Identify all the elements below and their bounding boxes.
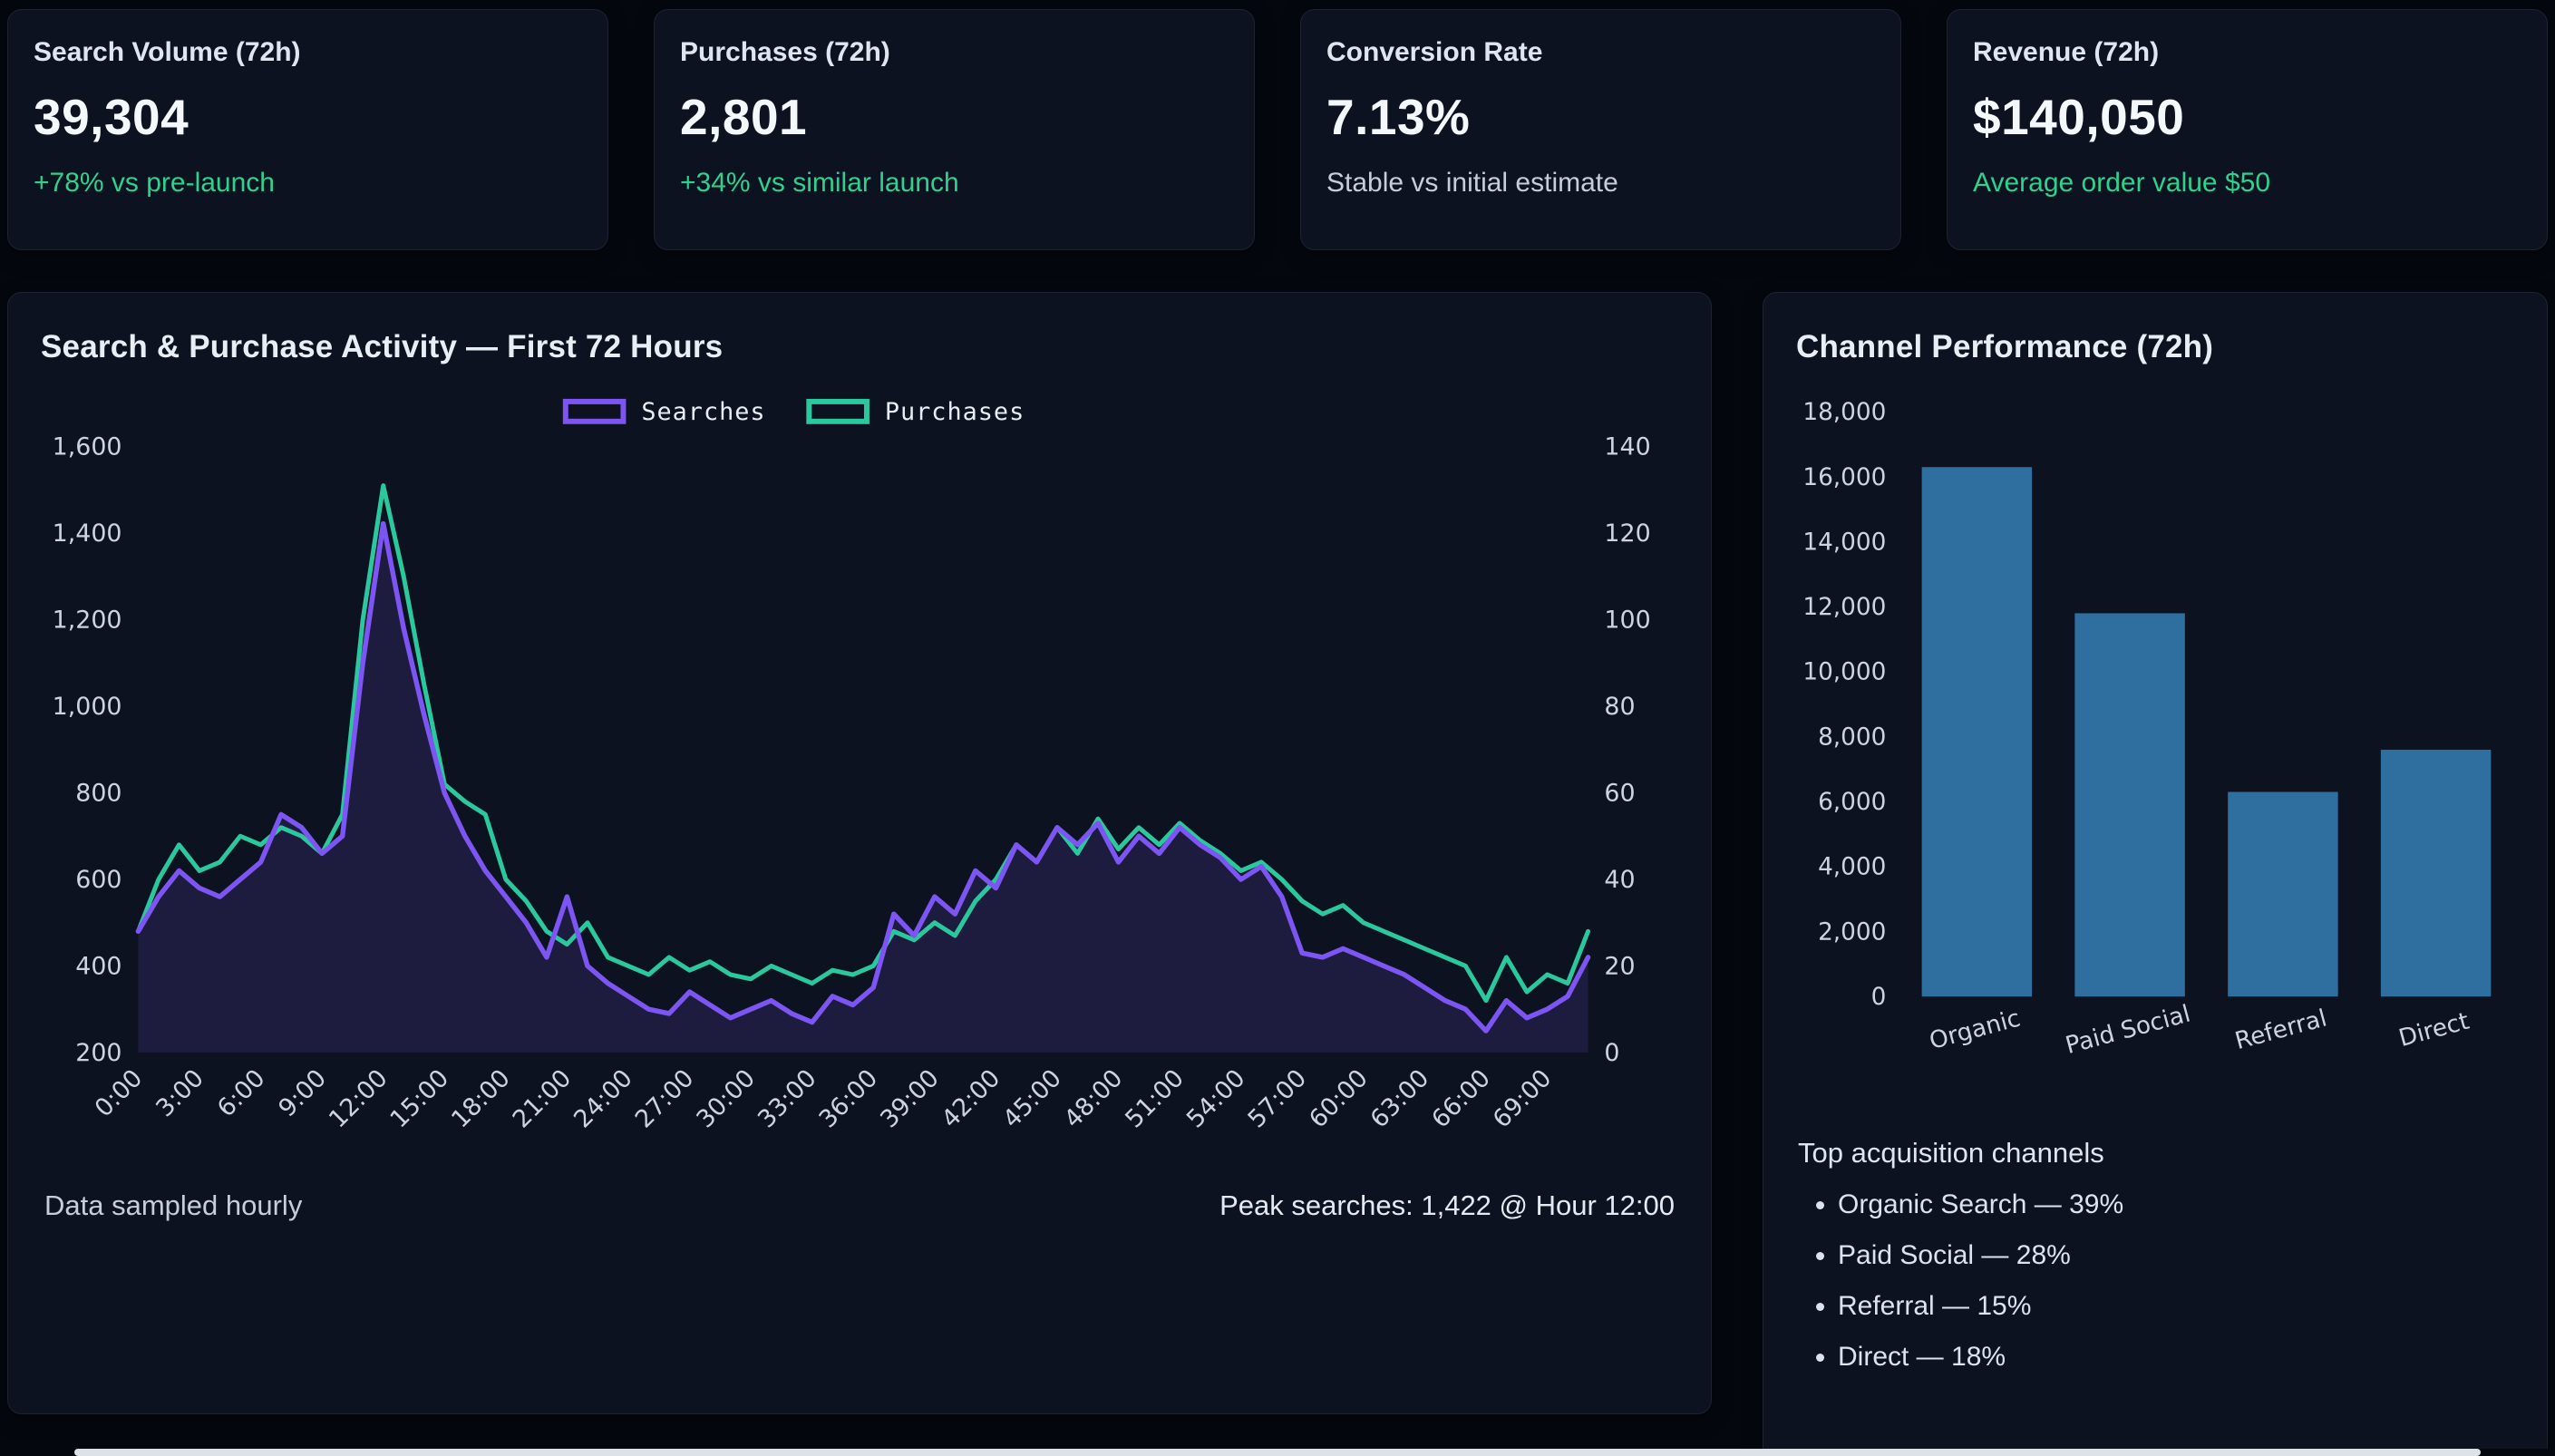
kpi-title: Revenue (72h)	[1973, 37, 2521, 68]
x-axis-tick: 15:00	[385, 1064, 455, 1134]
bar-referral	[2228, 792, 2337, 997]
bar-direct	[2381, 750, 2491, 996]
bar-organic	[1922, 467, 2032, 996]
bar-y-tick: 8,000	[1818, 723, 1886, 751]
bar-y-tick: 12,000	[1802, 594, 1886, 621]
x-axis-tick: 21:00	[508, 1064, 578, 1134]
left-axis-tick: 1,400	[53, 519, 122, 548]
x-axis-tick: 36:00	[814, 1064, 884, 1134]
x-axis-tick: 66:00	[1426, 1064, 1496, 1134]
kpi-delta: Average order value $50	[1973, 168, 2521, 199]
activity-panel: Search & Purchase Activity — First 72 Ho…	[7, 292, 1712, 1414]
x-axis-tick: 48:00	[1059, 1064, 1129, 1134]
channel-item-organic: Organic Search — 39%	[1838, 1189, 2514, 1220]
x-axis-tick: 57:00	[1242, 1064, 1312, 1134]
x-axis-tick: 33:00	[753, 1064, 822, 1134]
left-axis-tick: 400	[75, 952, 121, 980]
x-axis-tick: 0:00	[90, 1064, 149, 1123]
channel-bar-chart: 0 2,000 4,000 6,000 8,000 10,000 12,000 14,000 1…	[1796, 389, 2514, 1122]
x-axis-tick: 3:00	[151, 1064, 209, 1123]
kpi-delta: +78% vs pre-launch	[34, 168, 582, 199]
bar-y-tick: 14,000	[1802, 529, 1886, 556]
left-axis-tick: 600	[75, 866, 121, 894]
kpi-row: Search Volume (72h) 39,304 +78% vs pre-l…	[7, 9, 2548, 250]
kpi-value: $140,050	[1973, 88, 2521, 146]
channel-item-direct: Direct — 18%	[1838, 1342, 2514, 1373]
right-axis-tick: 120	[1604, 519, 1650, 548]
channel-item-paid-social: Paid Social — 28%	[1838, 1240, 2514, 1271]
kpi-title: Purchases (72h)	[680, 37, 1229, 68]
x-axis-tick: 12:00	[324, 1064, 393, 1134]
peak-note: Peak searches: 1,422 @ Hour 12:00	[1219, 1189, 1675, 1222]
kpi-value: 39,304	[34, 88, 582, 146]
x-axis-tick: 27:00	[630, 1064, 700, 1134]
dashboard-page: Search Volume (72h) 39,304 +78% vs pre-l…	[0, 0, 2555, 1449]
channel-item-referral: Referral — 15%	[1838, 1291, 2514, 1322]
left-axis-tick: 1,200	[53, 607, 122, 635]
kpi-value: 7.13%	[1326, 88, 1875, 146]
kpi-delta: Stable vs initial estimate	[1326, 168, 1875, 199]
bar-y-tick: 4,000	[1818, 854, 1886, 881]
right-axis-tick: 100	[1604, 607, 1650, 635]
x-axis-tick: 42:00	[937, 1064, 1006, 1134]
bar-y-tick: 6,000	[1818, 789, 1886, 816]
right-axis-tick: 60	[1604, 779, 1635, 807]
kpi-card-purchases: Purchases (72h) 2,801 +34% vs similar la…	[654, 9, 1255, 250]
left-axis-tick: 1,600	[53, 433, 122, 461]
bar-paid-social	[2074, 613, 2184, 996]
right-axis-tick: 20	[1604, 952, 1635, 980]
bar-x-tick: Direct	[2396, 1008, 2472, 1053]
searches-area	[138, 524, 1588, 1053]
bar-x-tick: Referral	[2232, 1005, 2330, 1055]
channel-panel: Channel Performance (72h) 0 2,000 4,000 6,0…	[1763, 292, 2548, 1449]
kpi-value: 2,801	[680, 88, 1229, 146]
x-axis-tick: 51:00	[1120, 1064, 1190, 1134]
bar-y-tick: 2,000	[1818, 918, 1886, 946]
channel-list: Organic Search — 39% Paid Social — 28% R…	[1796, 1189, 2514, 1373]
chart-legend: Searches Purchases	[566, 398, 1025, 426]
x-axis-tick: 30:00	[691, 1064, 761, 1134]
bar-y-tick: 0	[1871, 984, 1887, 1011]
x-axis-tick: 24:00	[568, 1064, 638, 1134]
x-axis-tick: 63:00	[1365, 1064, 1435, 1134]
channels-subheading: Top acquisition channels	[1798, 1137, 2514, 1170]
x-axis-tick: 39:00	[875, 1064, 945, 1134]
kpi-title: Search Volume (72h)	[34, 37, 582, 68]
x-axis-tick: 69:00	[1488, 1064, 1558, 1134]
x-axis-tick: 18:00	[446, 1064, 516, 1134]
bar-y-tick: 10,000	[1802, 659, 1886, 686]
kpi-card-revenue: Revenue (72h) $140,050 Average order val…	[1947, 9, 2548, 250]
activity-footer: Data sampled hourly Peak searches: 1,422…	[41, 1189, 1678, 1222]
bar-x-tick: Paid Social	[2063, 1001, 2193, 1061]
channel-panel-title: Channel Performance (72h)	[1796, 329, 2514, 365]
searches-legend-label: Searches	[641, 398, 765, 426]
right-axis-tick: 40	[1604, 866, 1635, 894]
right-axis-tick: 80	[1604, 693, 1635, 721]
left-axis-tick: 800	[75, 779, 121, 807]
searches-legend-swatch	[566, 402, 624, 422]
activity-panel-title: Search & Purchase Activity — First 72 Ho…	[41, 329, 1678, 365]
activity-line-chart: 200 400 600 800 1,000 1,200 1,400 1,600 0 20 40 60 8…	[41, 389, 1678, 1164]
x-axis-tick: 54:00	[1181, 1064, 1251, 1134]
bar-x-tick: Organic	[1927, 1005, 2024, 1055]
purchases-legend-label: Purchases	[885, 398, 1025, 426]
kpi-card-search-volume: Search Volume (72h) 39,304 +78% vs pre-l…	[7, 9, 608, 250]
x-axis-tick: 6:00	[212, 1064, 271, 1123]
right-axis-tick: 0	[1604, 1039, 1619, 1067]
bar-y-tick: 16,000	[1802, 464, 1886, 491]
left-axis-tick: 1,000	[53, 693, 122, 721]
kpi-card-conversion-rate: Conversion Rate 7.13% Stable vs initial …	[1300, 9, 1901, 250]
bar-y-tick: 18,000	[1802, 399, 1886, 426]
right-axis-tick: 140	[1604, 433, 1650, 461]
x-axis-tick: 45:00	[997, 1064, 1067, 1134]
x-axis-tick: 60:00	[1304, 1064, 1374, 1134]
sampling-note: Data sampled hourly	[44, 1189, 302, 1222]
main-row: Search & Purchase Activity — First 72 Ho…	[7, 292, 2548, 1449]
kpi-delta: +34% vs similar launch	[680, 168, 1229, 199]
kpi-title: Conversion Rate	[1326, 37, 1875, 68]
purchases-legend-swatch	[809, 402, 867, 422]
left-axis-tick: 200	[75, 1039, 121, 1067]
